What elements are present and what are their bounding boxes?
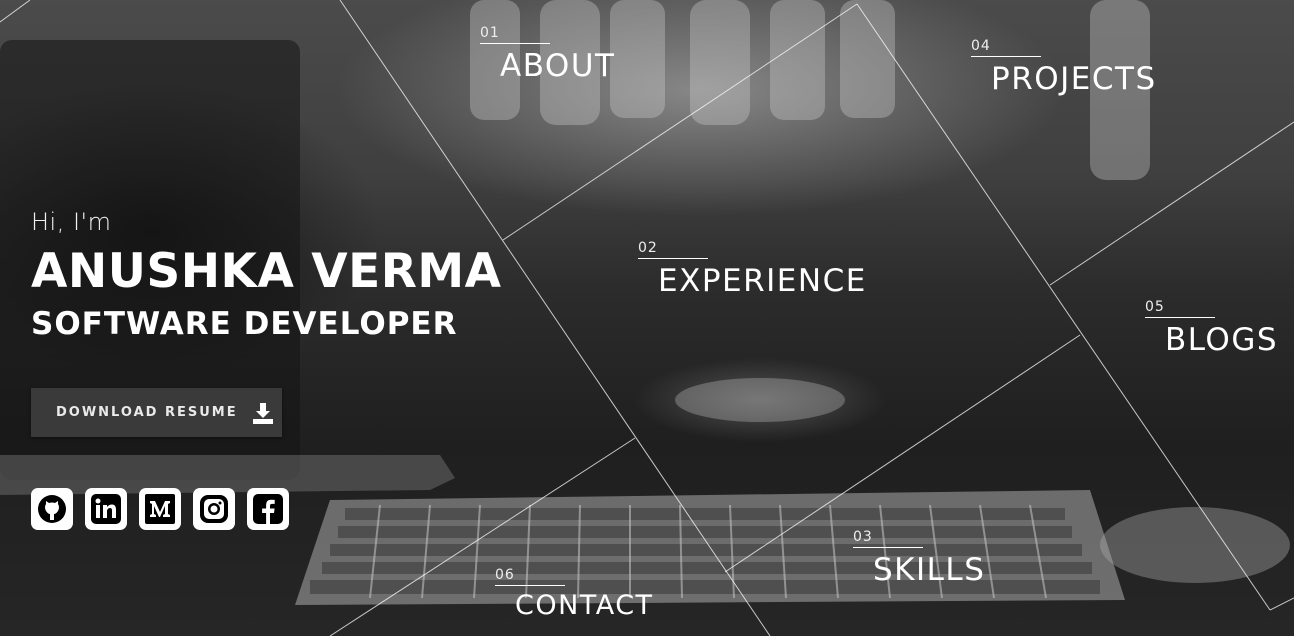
nav-skills[interactable]: 03 SKILLS (853, 529, 985, 588)
nav-skills-label: SKILLS (873, 552, 986, 588)
nav-projects[interactable]: 04 PROJECTS (971, 38, 1157, 97)
nav-blogs[interactable]: 05 BLOGS (1145, 299, 1278, 358)
nav-contact-underline (495, 585, 565, 586)
nav-experience-number: 02 (638, 240, 658, 256)
instagram-icon[interactable] (193, 488, 235, 530)
nav-projects-label: PROJECTS (991, 61, 1157, 97)
nav-contact-number: 06 (495, 567, 515, 583)
nav-projects-underline (971, 56, 1041, 57)
nav-experience[interactable]: 02 EXPERIENCE (638, 240, 867, 299)
nav-about[interactable]: 01 ABOUT (480, 25, 615, 84)
download-icon (252, 402, 273, 424)
facebook-icon[interactable] (247, 488, 289, 530)
medium-icon[interactable] (139, 488, 181, 530)
download-resume-label: DOWNLOAD RESUME (56, 405, 238, 420)
greeting: Hi, I'm (31, 208, 112, 236)
nav-experience-label: EXPERIENCE (658, 263, 867, 299)
nav-skills-number: 03 (853, 529, 873, 545)
hero-section: Hi, I'm ANUSHKA VERMA SOFTWARE DEVELOPER (31, 208, 502, 342)
hero-name: ANUSHKA VERMA (31, 244, 502, 299)
nav-blogs-label: BLOGS (1165, 322, 1279, 358)
github-icon[interactable] (31, 488, 73, 530)
nav-experience-underline (638, 258, 708, 259)
nav-about-label: ABOUT (500, 48, 616, 84)
nav-about-number: 01 (480, 25, 500, 41)
nav-projects-number: 04 (971, 38, 991, 54)
nav-skills-underline (853, 547, 923, 548)
nav-blogs-underline (1145, 317, 1215, 318)
hero-role: SOFTWARE DEVELOPER (31, 305, 458, 342)
social-links (31, 488, 289, 530)
download-resume-button[interactable]: DOWNLOAD RESUME (31, 388, 282, 437)
nav-about-underline (480, 43, 550, 44)
nav-blogs-number: 05 (1145, 299, 1165, 315)
nav-contact[interactable]: 06 CONTACT (495, 567, 654, 621)
linkedin-icon[interactable] (85, 488, 127, 530)
nav-contact-label: CONTACT (515, 590, 654, 621)
